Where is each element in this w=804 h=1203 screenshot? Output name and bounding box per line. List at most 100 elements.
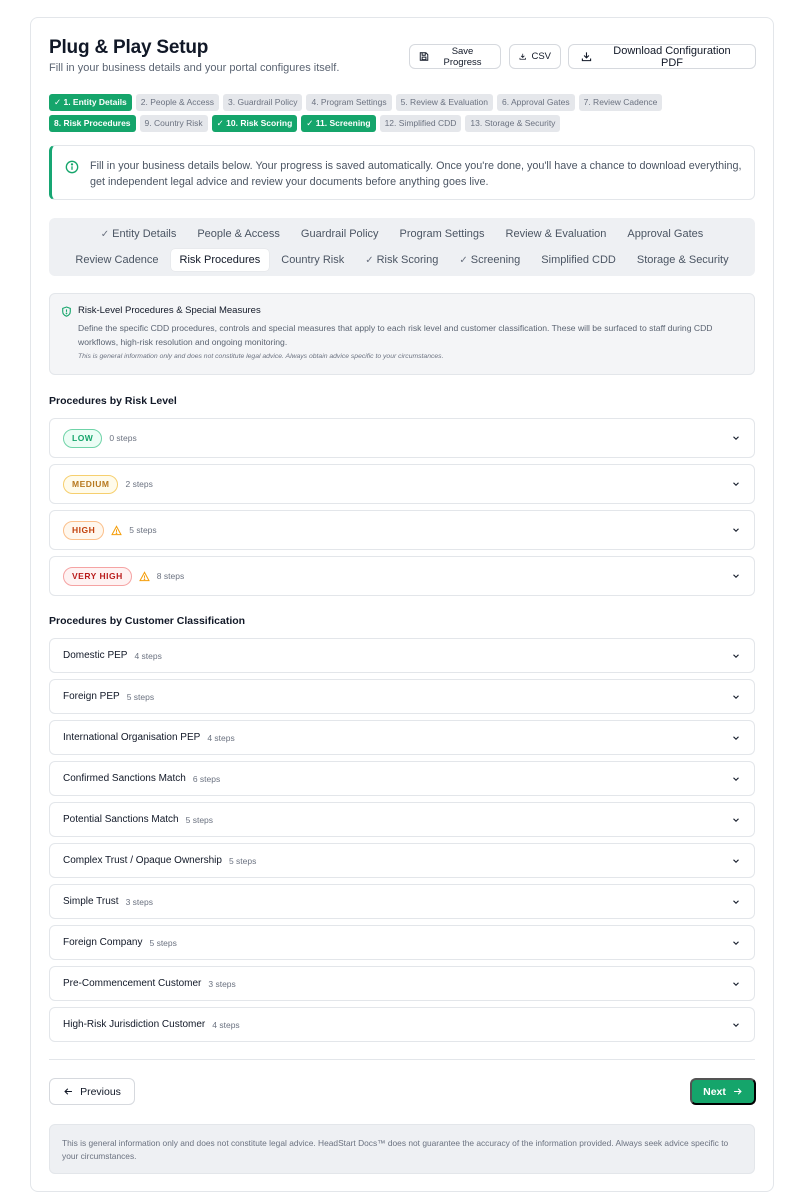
chevron-down-icon xyxy=(733,694,739,699)
chevron-down-icon xyxy=(733,1022,739,1027)
tab-label: Program Settings xyxy=(399,228,485,240)
classification-label: Domestic PEP xyxy=(63,650,128,661)
classification-label: International Organisation PEP xyxy=(63,732,201,743)
tab-guardrail-policy[interactable]: Guardrail Policy xyxy=(292,223,388,245)
section-description: Define the specific CDD procedures, cont… xyxy=(78,323,713,347)
classification-label: Foreign PEP xyxy=(63,691,120,702)
tab-label: Approval Gates xyxy=(627,228,704,240)
step-chip[interactable]: 3. Guardrail Policy xyxy=(223,94,303,111)
tab-risk-scoring[interactable]: ✓ Risk Scoring xyxy=(356,249,447,271)
risk-level-accordion[interactable]: HIGH 5 steps xyxy=(49,510,755,550)
download-pdf-button[interactable]: Download Configuration PDF xyxy=(568,44,756,69)
step-chip[interactable]: 5. Review & Evaluation xyxy=(395,94,494,111)
step-count: 5 steps xyxy=(129,525,157,535)
chevron-down-icon xyxy=(733,735,739,740)
classification-label: Simple Trust xyxy=(63,896,119,907)
classification-accordion[interactable]: Complex Trust / Opaque Ownership 5 steps xyxy=(49,843,755,878)
chevron-down-icon xyxy=(733,817,739,822)
step-chips-row-2: 8. Risk Procedures 9. Country Risk ✓ 10.… xyxy=(49,115,561,132)
classification-accordion[interactable]: Confirmed Sanctions Match 6 steps xyxy=(49,761,755,796)
tab-label: Review & Evaluation xyxy=(505,228,607,240)
download-icon xyxy=(581,52,592,62)
tab-approval-gates[interactable]: Approval Gates xyxy=(618,223,712,245)
save-progress-label: Save Progress xyxy=(443,45,482,68)
csv-label: CSV xyxy=(531,51,551,62)
risk-level-accordion[interactable]: LOW 0 steps xyxy=(49,418,755,458)
save-icon xyxy=(419,52,429,61)
risk-level-accordion[interactable]: MEDIUM 2 steps xyxy=(49,464,755,504)
step-chip[interactable]: 9. Country Risk xyxy=(139,115,208,132)
tab-risk-procedures[interactable]: Risk Procedures xyxy=(170,249,270,271)
chevron-down-icon xyxy=(733,574,739,579)
save-progress-button[interactable]: Save Progress xyxy=(409,44,501,69)
step-chips-row-1: ✓ 1. Entity Details 2. People & Access 3… xyxy=(49,94,663,111)
arrow-right-icon xyxy=(733,1088,742,1095)
classification-accordion[interactable]: High-Risk Jurisdiction Customer 4 steps xyxy=(49,1007,755,1042)
tab-label: Risk Procedures xyxy=(179,254,261,266)
section-intro: Risk-Level Procedures & Special Measures… xyxy=(49,293,755,375)
tab-label: Guardrail Policy xyxy=(300,228,379,240)
check-icon: ✓ xyxy=(459,255,468,266)
step-chip[interactable]: 13. Storage & Security xyxy=(465,115,561,132)
page-title: Plug & Play Setup xyxy=(49,37,209,58)
chevron-down-icon xyxy=(733,482,739,487)
step-count: 8 steps xyxy=(156,571,185,581)
tab-label: Entity Details xyxy=(112,228,177,240)
classification-accordion[interactable]: Pre-Commencement Customer 3 steps xyxy=(49,966,755,1001)
classification-accordion[interactable]: International Organisation PEP 4 steps xyxy=(49,720,755,755)
tab-people-access[interactable]: People & Access xyxy=(188,223,289,245)
classification-accordion[interactable]: Simple Trust 3 steps xyxy=(49,884,755,919)
tab-label: Simplified CDD xyxy=(541,254,616,266)
chevron-down-icon xyxy=(733,436,739,441)
classification-accordion[interactable]: Domestic PEP 4 steps xyxy=(49,638,755,673)
classification-label: Potential Sanctions Match xyxy=(63,814,179,825)
tab-screening[interactable]: ✓ Screening xyxy=(450,249,529,271)
setup-card: Plug & Play Setup Fill in your business … xyxy=(30,17,774,1192)
tab-simplified-cdd[interactable]: Simplified CDD xyxy=(532,249,625,271)
risk-level-badge: LOW xyxy=(63,428,103,448)
step-count: 0 steps xyxy=(109,433,137,443)
download-pdf-label: Download Configuration PDF xyxy=(613,44,731,69)
warning-icon xyxy=(111,524,123,535)
step-chip[interactable]: 6. Approval Gates xyxy=(497,94,575,111)
step-chip[interactable]: ✓ 10. Risk Scoring xyxy=(211,115,298,132)
previous-label: Previous xyxy=(80,1085,121,1098)
chevron-down-icon xyxy=(733,940,739,945)
download-icon xyxy=(519,53,526,60)
classification-accordion[interactable]: Foreign PEP 5 steps xyxy=(49,679,755,714)
step-count: 2 steps xyxy=(125,479,153,489)
step-count: 4 steps xyxy=(212,1019,240,1030)
chevron-down-icon xyxy=(733,981,739,986)
classification-accordion[interactable]: Foreign Company 5 steps xyxy=(49,925,755,960)
tab-review-cadence[interactable]: Review Cadence xyxy=(66,249,167,271)
step-chip[interactable]: 8. Risk Procedures xyxy=(49,115,136,132)
risk-level-badge: HIGH xyxy=(63,520,105,540)
tab-storage-security[interactable]: Storage & Security xyxy=(628,249,738,271)
step-count: 5 steps xyxy=(149,937,177,948)
next-button[interactable]: Next xyxy=(690,1078,756,1105)
step-chip[interactable]: 7. Review Cadence xyxy=(578,94,663,111)
previous-button[interactable]: Previous xyxy=(49,1078,135,1105)
step-chip[interactable]: 4. Program Settings xyxy=(306,94,392,111)
step-count: 6 steps xyxy=(192,773,221,784)
risk-level-heading: Procedures by Risk Level xyxy=(49,395,177,407)
chevron-down-icon xyxy=(733,653,739,658)
risk-level-accordion[interactable]: VERY HIGH 8 steps xyxy=(49,556,755,596)
step-chip[interactable]: ✓ 1. Entity Details xyxy=(49,94,132,111)
classification-accordion[interactable]: Potential Sanctions Match 5 steps xyxy=(49,802,755,837)
tab-entity-details[interactable]: ✓ Entity Details xyxy=(92,223,186,245)
risk-level-badge: MEDIUM xyxy=(63,474,119,494)
tab-review-evaluation[interactable]: Review & Evaluation xyxy=(497,223,616,245)
step-chip[interactable]: 12. Simplified CDD xyxy=(379,115,462,132)
step-chip[interactable]: ✓ 11. Screening xyxy=(301,115,376,132)
chevron-down-icon xyxy=(733,858,739,863)
tab-country-risk[interactable]: Country Risk xyxy=(272,249,353,271)
step-chip[interactable]: 2. People & Access xyxy=(135,94,220,111)
info-icon xyxy=(65,160,79,174)
tab-label: Country Risk xyxy=(281,254,345,266)
autosave-info-banner: Fill in your business details below. You… xyxy=(49,145,755,200)
classification-label: Foreign Company xyxy=(63,937,143,948)
tab-program-settings[interactable]: Program Settings xyxy=(391,223,494,245)
step-count: 3 steps xyxy=(208,978,236,989)
csv-button[interactable]: CSV xyxy=(509,44,561,69)
